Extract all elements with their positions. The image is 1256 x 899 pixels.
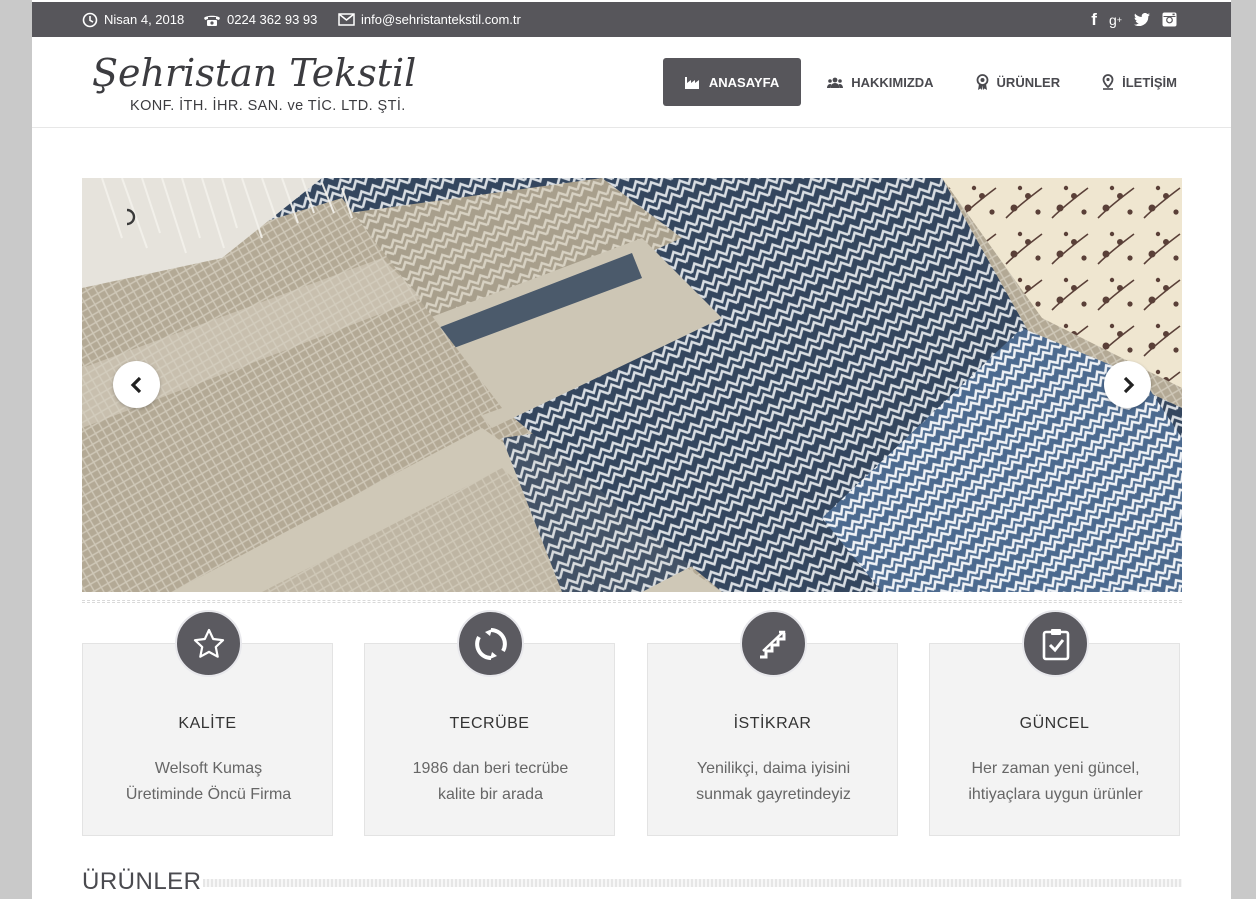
nav-item-urunler[interactable]: ÜRÜNLER — [955, 58, 1082, 106]
refresh-icon — [474, 627, 507, 660]
logo-name: Şehristan Tekstil — [92, 51, 417, 95]
clock-icon — [82, 12, 98, 27]
phone-icon — [204, 15, 220, 26]
twitter-icon[interactable] — [1134, 13, 1150, 26]
feature-card-istikrar: İSTİKRAR Yenilikçi, daima iyisini sunmak… — [647, 610, 898, 836]
social-links: f g + — [1091, 2, 1177, 37]
feature-icon-circle — [457, 610, 524, 677]
feature-desc-line: kalite bir arada — [438, 786, 543, 803]
feature-icon-circle — [1022, 610, 1089, 677]
google-plus-icon[interactable]: g + — [1109, 12, 1122, 28]
feature-desc-line: sunmak gayretindeyiz — [696, 786, 851, 803]
feature-desc-line: Yenilikçi, daima iyisini — [696, 760, 851, 777]
feature-card-tecrube: TECRÜBE 1986 dan beri tecrübe kalite bir… — [364, 610, 615, 836]
hero-slider[interactable] — [82, 178, 1182, 592]
instagram-icon[interactable] — [1162, 12, 1177, 27]
slider-next-button[interactable] — [1104, 361, 1151, 408]
top-bar: Nisan 4, 2018 0224 362 93 93 info@sehris… — [32, 2, 1231, 37]
clipboard-check-icon — [1042, 628, 1069, 660]
nav-label: ANASAYFA — [708, 74, 780, 90]
page: Nisan 4, 2018 0224 362 93 93 info@sehris… — [32, 0, 1231, 899]
textile-photo — [82, 178, 1182, 592]
feature-description: Yenilikçi, daima iyisini sunmak gayretin… — [658, 756, 889, 808]
facebook-icon[interactable]: f — [1091, 10, 1097, 30]
slider-prev-button[interactable] — [113, 361, 160, 408]
feature-card-guncel: GÜNCEL Her zaman yeni güncel, ihtiyaçlar… — [929, 610, 1180, 836]
feature-description: Her zaman yeni güncel, ihtiyaçlara uygun… — [940, 756, 1171, 808]
feature-title: TECRÜBE — [449, 715, 530, 732]
section-title-urunler: ÜRÜNLER — [82, 868, 202, 895]
feature-icon-circle — [175, 610, 242, 677]
users-icon — [827, 77, 844, 88]
award-icon — [976, 74, 988, 90]
feature-card-kalite: KALİTE Welsoft Kumaş Üretiminde Öncü Fir… — [82, 610, 333, 836]
nav-label: HAKKIMIZDA — [851, 74, 934, 90]
map-pin-icon — [1102, 74, 1114, 90]
nav-label: ÜRÜNLER — [996, 74, 1061, 90]
main-nav: ANASAYFA HAKKIMIZDA ÜRÜNLER İLETİŞİM — [662, 58, 1177, 106]
chevron-right-icon — [1123, 376, 1134, 393]
nav-item-iletisim[interactable]: İLETİŞİM — [1081, 58, 1177, 106]
envelope-icon — [338, 13, 355, 26]
feature-description: 1986 dan beri tecrübe kalite bir arada — [375, 756, 606, 808]
email-link[interactable]: info@sehristantekstil.com.tr — [361, 12, 521, 27]
feature-title: İSTİKRAR — [733, 715, 812, 732]
slider-divider — [82, 600, 1182, 603]
date-info: Nisan 4, 2018 — [82, 2, 184, 37]
phone-info: 0224 362 93 93 — [203, 2, 317, 37]
chevron-left-icon — [130, 376, 141, 393]
loader-icon — [126, 208, 136, 226]
feature-title: KALİTE — [178, 715, 237, 732]
nav-item-hakkimizda[interactable]: HAKKIMIZDA — [806, 58, 954, 106]
date-text: Nisan 4, 2018 — [104, 12, 185, 27]
phone-text[interactable]: 0224 362 93 93 — [227, 12, 317, 27]
feature-desc-line: Her zaman yeni güncel, — [971, 760, 1140, 777]
nav-label: İLETİŞİM — [1122, 74, 1177, 90]
feature-desc-line: Üretiminde Öncü Firma — [125, 786, 292, 803]
stairs-icon — [759, 630, 785, 658]
feature-desc-line: ihtiyaçlara uygun ürünler — [968, 786, 1143, 803]
feature-desc-line: 1986 dan beri tecrübe — [412, 760, 569, 777]
star-icon — [193, 628, 224, 658]
header: Şehristan Tekstil KONF. İTH. İHR. SAN. v… — [32, 37, 1231, 128]
section-divider — [203, 879, 1182, 887]
email-info: info@sehristantekstil.com.tr — [338, 2, 521, 37]
nav-item-anasayfa[interactable]: ANASAYFA — [662, 58, 802, 106]
logo-subtitle: KONF. İTH. İHR. SAN. ve TİC. LTD. ŞTİ. — [130, 98, 406, 114]
factory-icon — [684, 76, 699, 89]
feature-desc-line: Welsoft Kumaş — [154, 760, 263, 777]
feature-title: GÜNCEL — [1019, 715, 1090, 732]
feature-description: Welsoft Kumaş Üretiminde Öncü Firma — [93, 756, 324, 808]
feature-icon-circle — [740, 610, 807, 677]
logo[interactable]: Şehristan Tekstil KONF. İTH. İHR. SAN. v… — [88, 47, 428, 119]
